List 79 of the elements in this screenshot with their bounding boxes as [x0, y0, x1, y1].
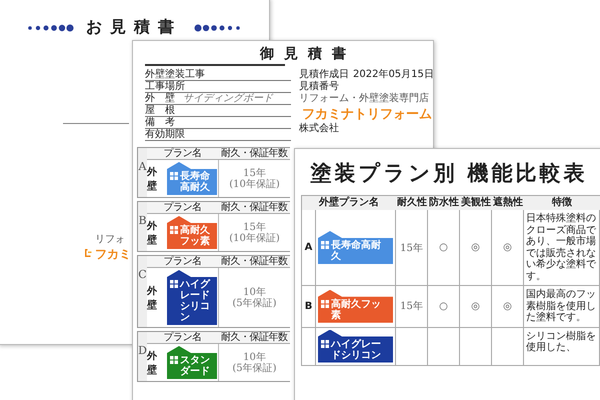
- table-cell: [428, 328, 460, 366]
- plan-name: ハイグレードシリコン: [331, 338, 382, 360]
- issue-date: 2022年05月15日: [353, 69, 434, 81]
- table-cell: ◎: [460, 210, 492, 286]
- durability: 10年: [243, 286, 266, 298]
- table-cell: [460, 328, 492, 366]
- plan-name: 高耐久フッ素: [331, 298, 382, 321]
- plan-letter: B: [138, 213, 147, 227]
- logo-tagline: リフォーム・外壁塗装専門店: [299, 93, 429, 105]
- plan-name: 長寿命高耐久: [331, 240, 382, 262]
- table-cell: ○: [428, 286, 460, 328]
- column-header: 美観性: [460, 196, 492, 210]
- table-cell: [492, 328, 524, 366]
- dot-row-icon: [194, 24, 242, 32]
- form-line: 屋 根: [145, 105, 291, 117]
- form-line: 工事場所: [145, 81, 291, 93]
- column-header: 耐久・保証年数: [218, 202, 290, 214]
- plan-letter: C: [138, 267, 147, 283]
- table-cell: ◎: [492, 286, 524, 328]
- column-header: 防水性: [428, 196, 460, 210]
- warranty: (5年保証): [232, 298, 277, 308]
- sheet-title: お見積書: [86, 17, 182, 38]
- table-cell: B: [302, 286, 316, 328]
- logo-tagline: リフォ: [95, 233, 126, 246]
- column-header: 耐久・保証年数: [218, 148, 290, 160]
- column-header: 耐久性: [396, 196, 428, 210]
- table-cell: ◎: [460, 286, 492, 328]
- plan-letter: D: [138, 343, 147, 357]
- warranty: (10年保証): [229, 232, 280, 244]
- column-header: 外壁プラン名: [302, 196, 396, 210]
- form-line: 外壁塗装工事: [145, 69, 291, 81]
- form-line: 外 壁 サイディングボード: [145, 93, 291, 105]
- sheet-title: 塗装プラン別 機能比較表: [309, 160, 589, 187]
- wall-label: 外壁: [147, 160, 166, 197]
- issue-label: 見積作成日: [299, 69, 349, 80]
- warranty: (5年保証): [232, 362, 277, 374]
- column-header: 耐久・保証年数: [218, 256, 290, 268]
- number-label: 見積番号: [299, 81, 340, 93]
- window-icon: [321, 300, 329, 308]
- feature-text: 国内最高のフッ素樹脂を使用した塗料です。: [524, 286, 600, 328]
- window-icon: [170, 226, 178, 234]
- table-cell: 15年: [396, 286, 428, 328]
- form-line: 有効期限: [145, 129, 291, 141]
- plan-name: 高耐久フッ素: [180, 225, 211, 247]
- column-header: 耐久・保証年数: [218, 332, 290, 344]
- form-line: 備 考: [145, 117, 291, 129]
- logo-name: フカミ: [95, 246, 131, 263]
- feature-text: 日本特殊塗料のクローズ商品であり、一般市場では販売されない希少な塗料です。: [524, 210, 600, 286]
- sheet-title: 御見積書: [258, 46, 357, 62]
- wall-label: 外壁: [147, 214, 166, 251]
- durability: 15年: [243, 168, 266, 178]
- durability: 15年: [243, 222, 266, 232]
- durability: 10年: [243, 352, 266, 362]
- table-cell: ○: [428, 210, 460, 286]
- window-icon: [170, 356, 178, 364]
- column-header: 遮熱性: [492, 196, 524, 210]
- dot-row-icon: [26, 24, 74, 32]
- plan-name: スタンダード: [180, 355, 211, 377]
- column-header: 特徴: [524, 196, 600, 210]
- window-icon: [170, 172, 178, 180]
- warranty: (10年保証): [229, 178, 280, 190]
- wall-label: 外壁: [147, 344, 166, 381]
- window-icon: [321, 340, 329, 348]
- table-cell: 15年: [396, 210, 428, 286]
- plan-letter: A: [138, 159, 146, 175]
- company-name: 株式会社: [299, 123, 340, 135]
- window-icon: [321, 241, 329, 249]
- column-header: プラン名: [147, 202, 218, 214]
- column-header: プラン名: [147, 256, 218, 268]
- column-header: プラン名: [147, 332, 218, 344]
- table-cell: A: [302, 210, 316, 286]
- plan-name: ハイグレードシリコン: [180, 279, 212, 323]
- feature-text: シリコン樹脂を使用した、: [524, 328, 600, 366]
- wall-label: 外壁: [147, 268, 166, 327]
- logo-name: フカミナトリフォーム: [302, 106, 432, 122]
- window-icon: [170, 280, 178, 288]
- plan-name: 長寿命高耐久: [180, 171, 211, 193]
- column-header: プラン名: [147, 148, 218, 160]
- table-cell: ◎: [492, 210, 524, 286]
